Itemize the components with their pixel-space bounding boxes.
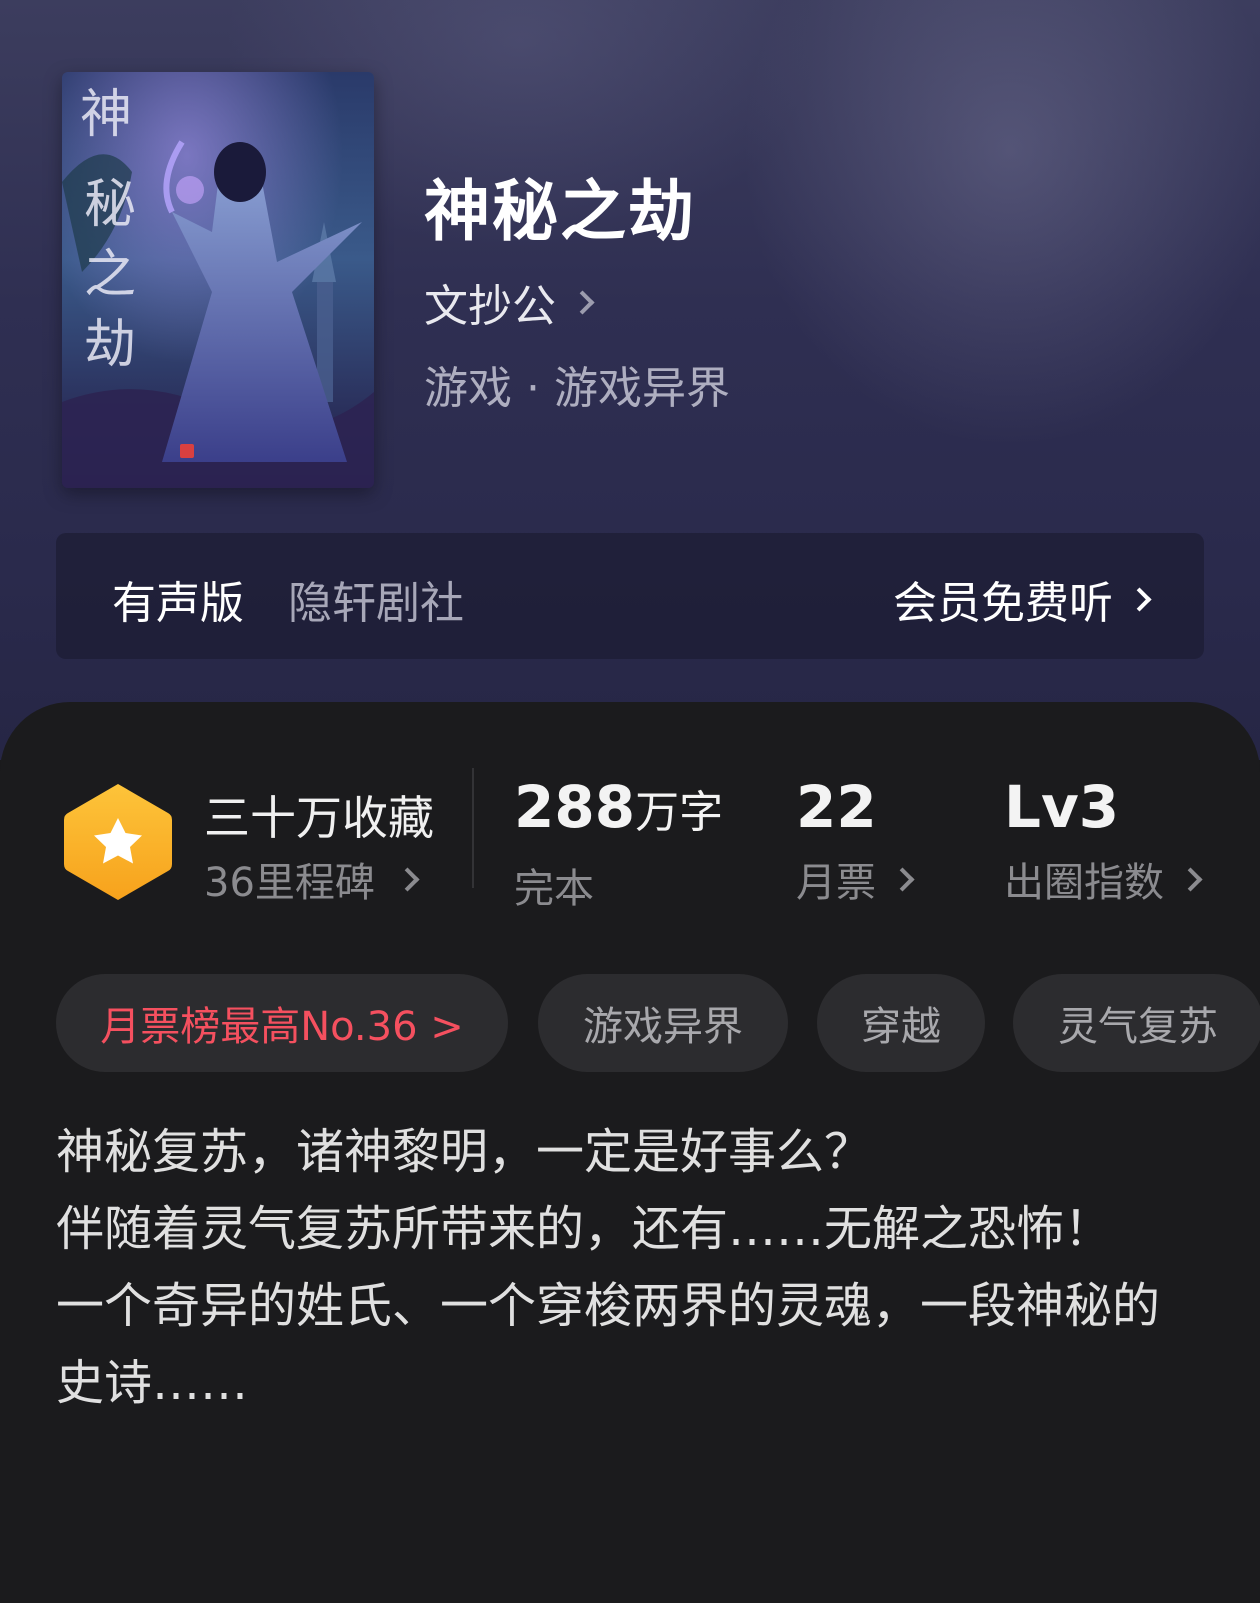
monthly-votes-label: 月票 bbox=[796, 860, 876, 906]
book-detail-panel: 三十万收藏 36里程碑 288万字 完本 22 月票 Lv3 出圈指数 月票榜最… bbox=[0, 702, 1260, 1603]
description-line: 伴随着灵气复苏所带来的，还有……无解之恐怖！ bbox=[56, 1201, 1113, 1257]
stats-divider bbox=[472, 768, 474, 888]
popularity-index-stat[interactable]: Lv3 出圈指数 bbox=[1004, 770, 1203, 908]
tag-time-travel[interactable]: 穿越 bbox=[817, 974, 985, 1072]
chevron-right-icon bbox=[570, 289, 595, 315]
audio-label: 有声版 bbox=[112, 578, 244, 629]
publisher-seal-icon bbox=[180, 444, 194, 458]
word-count-value: 288 bbox=[514, 773, 636, 841]
member-free-listen-label: 会员免费听 bbox=[893, 578, 1113, 629]
chevron-right-icon bbox=[395, 866, 420, 892]
cover-title-char-2: 秘 bbox=[84, 175, 136, 235]
cover-title-char-4: 劫 bbox=[84, 315, 136, 375]
book-header: 神 秘 之 劫 神秘之劫 文抄公 游戏 · 游戏异界 有声版 隐轩剧社 会员免费… bbox=[0, 0, 1260, 760]
completion-status: 完本 bbox=[514, 866, 594, 912]
description-line: 一个奇异的姓氏、一个穿梭两界的灵魂，一段神秘的史诗…… bbox=[56, 1278, 1161, 1411]
collection-title: 三十万收藏 bbox=[204, 791, 434, 845]
word-count-unit: 万字 bbox=[635, 787, 724, 838]
milestone-link[interactable]: 36里程碑 bbox=[204, 850, 420, 908]
book-description[interactable]: 神秘复苏，诸神黎明，一定是好事么？ 伴随着灵气复苏所带来的，还有……无解之恐怖！… bbox=[56, 1114, 1186, 1422]
member-free-listen-link[interactable]: 会员免费听 bbox=[893, 567, 1152, 631]
popularity-index-label: 出圈指数 bbox=[1004, 860, 1164, 906]
author-link[interactable]: 文抄公 bbox=[424, 270, 595, 334]
book-genre: 游戏 · 游戏异界 bbox=[424, 363, 730, 414]
word-count-stat: 288万字 完本 bbox=[514, 770, 723, 914]
tag-monthly-rank[interactable]: 月票榜最高No.36 > bbox=[56, 974, 508, 1072]
cover-title-char-3: 之 bbox=[84, 245, 136, 305]
author-name: 文抄公 bbox=[424, 281, 556, 332]
description-line: 神秘复苏，诸神黎明，一定是好事么？ bbox=[56, 1124, 873, 1180]
star-badge-icon bbox=[64, 784, 172, 900]
monthly-votes-value: 22 bbox=[796, 773, 877, 841]
chevron-right-icon bbox=[890, 866, 915, 892]
tag-spiritual-revival[interactable]: 灵气复苏 bbox=[1013, 974, 1260, 1072]
book-cover[interactable]: 神 秘 之 劫 bbox=[62, 72, 374, 488]
milestone-label: 36里程碑 bbox=[204, 860, 375, 906]
popularity-level: Lv3 bbox=[1004, 773, 1120, 841]
cover-art: 神 秘 之 劫 bbox=[62, 72, 374, 488]
chevron-right-icon bbox=[1178, 866, 1203, 892]
cover-title-char-1: 神 bbox=[80, 85, 132, 145]
tag-game-otherworld[interactable]: 游戏异界 bbox=[538, 974, 788, 1072]
audio-studio: 隐轩剧社 bbox=[288, 578, 464, 629]
chevron-right-icon bbox=[1127, 586, 1152, 612]
monthly-votes-stat[interactable]: 22 月票 bbox=[796, 770, 915, 908]
book-title: 神秘之劫 bbox=[424, 172, 696, 250]
audio-version-bar[interactable]: 有声版 隐轩剧社 会员免费听 bbox=[56, 533, 1204, 659]
